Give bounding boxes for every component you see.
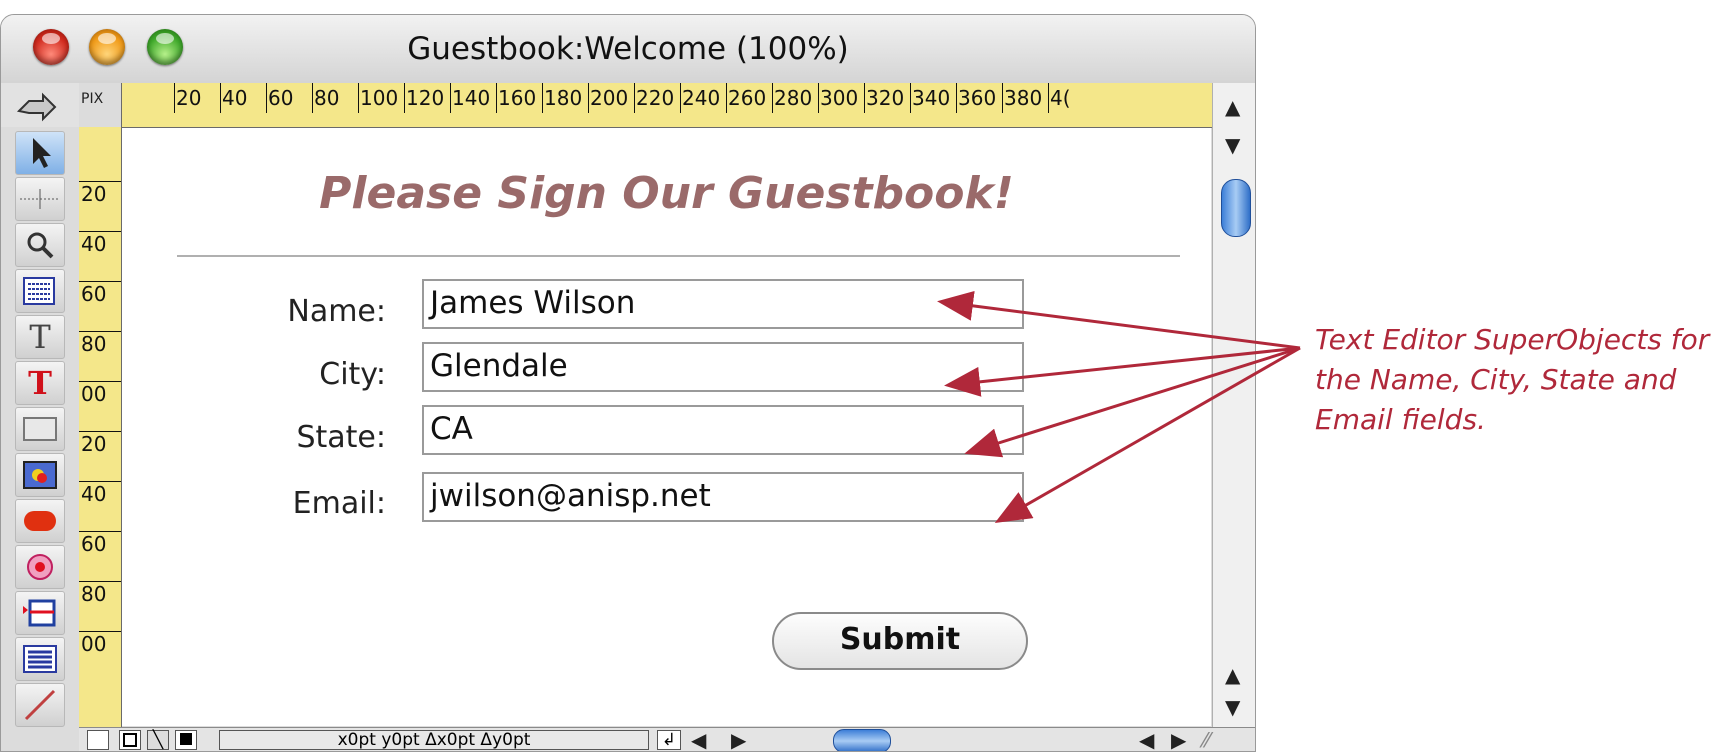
arrow-to-name-field — [937, 290, 1301, 350]
arrow-to-state-field — [964, 346, 1301, 458]
annotation-callout: Text Editor SuperObjects for the Name, C… — [1315, 323, 1710, 436]
